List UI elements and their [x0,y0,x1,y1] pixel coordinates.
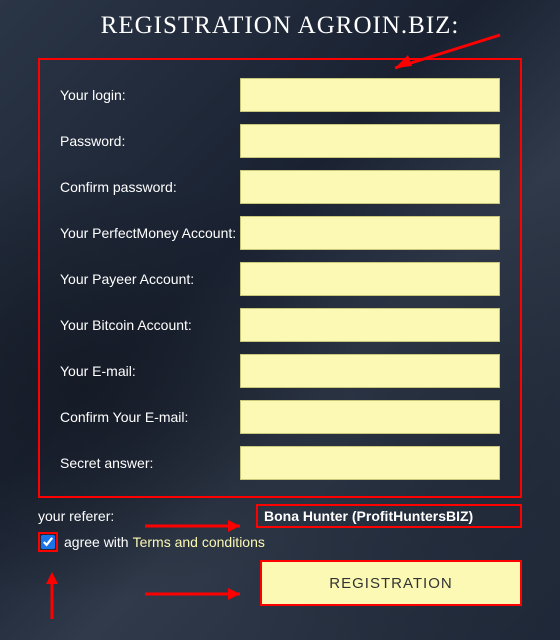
bitcoin-label: Your Bitcoin Account: [60,317,240,333]
agree-text: agree with [64,534,129,550]
field-row-confirm-password: Confirm password: [60,170,500,204]
registration-button[interactable]: REGISTRATION [260,560,522,606]
field-row-email: Your E-mail: [60,354,500,388]
confirm-password-label: Confirm password: [60,179,240,195]
payeer-label: Your Payeer Account: [60,271,240,287]
field-row-secret: Secret answer: [60,446,500,480]
field-row-perfectmoney: Your PerfectMoney Account: [60,216,500,250]
secret-input[interactable] [240,446,500,480]
page-title: REGISTRATION AGROIN.BIZ: [38,12,522,40]
perfectmoney-label: Your PerfectMoney Account: [60,225,240,241]
perfectmoney-input[interactable] [240,216,500,250]
field-row-bitcoin: Your Bitcoin Account: [60,308,500,342]
login-label: Your login: [60,87,240,103]
terms-link[interactable]: Terms and conditions [133,534,265,550]
field-row-payeer: Your Payeer Account: [60,262,500,296]
confirm-email-label: Confirm Your E-mail: [60,409,240,425]
password-input[interactable] [240,124,500,158]
login-input[interactable] [240,78,500,112]
confirm-email-input[interactable] [240,400,500,434]
email-input[interactable] [240,354,500,388]
field-row-confirm-email: Confirm Your E-mail: [60,400,500,434]
referer-value: Bona Hunter (ProfitHuntersBIZ) [256,504,522,528]
secret-label: Secret answer: [60,455,240,471]
field-row-login: Your login: [60,78,500,112]
password-label: Password: [60,133,240,149]
registration-form-box: Your login: Password: Confirm password: … [38,58,522,498]
agree-checkbox-highlight [38,532,58,552]
agree-checkbox[interactable] [41,535,55,549]
bitcoin-input[interactable] [240,308,500,342]
confirm-password-input[interactable] [240,170,500,204]
field-row-password: Password: [60,124,500,158]
referer-label: your referer: [38,508,130,524]
agree-row: agree with Terms and conditions [38,532,522,552]
payeer-input[interactable] [240,262,500,296]
referer-row: your referer: Bona Hunter (ProfitHunters… [38,504,522,528]
email-label: Your E-mail: [60,363,240,379]
